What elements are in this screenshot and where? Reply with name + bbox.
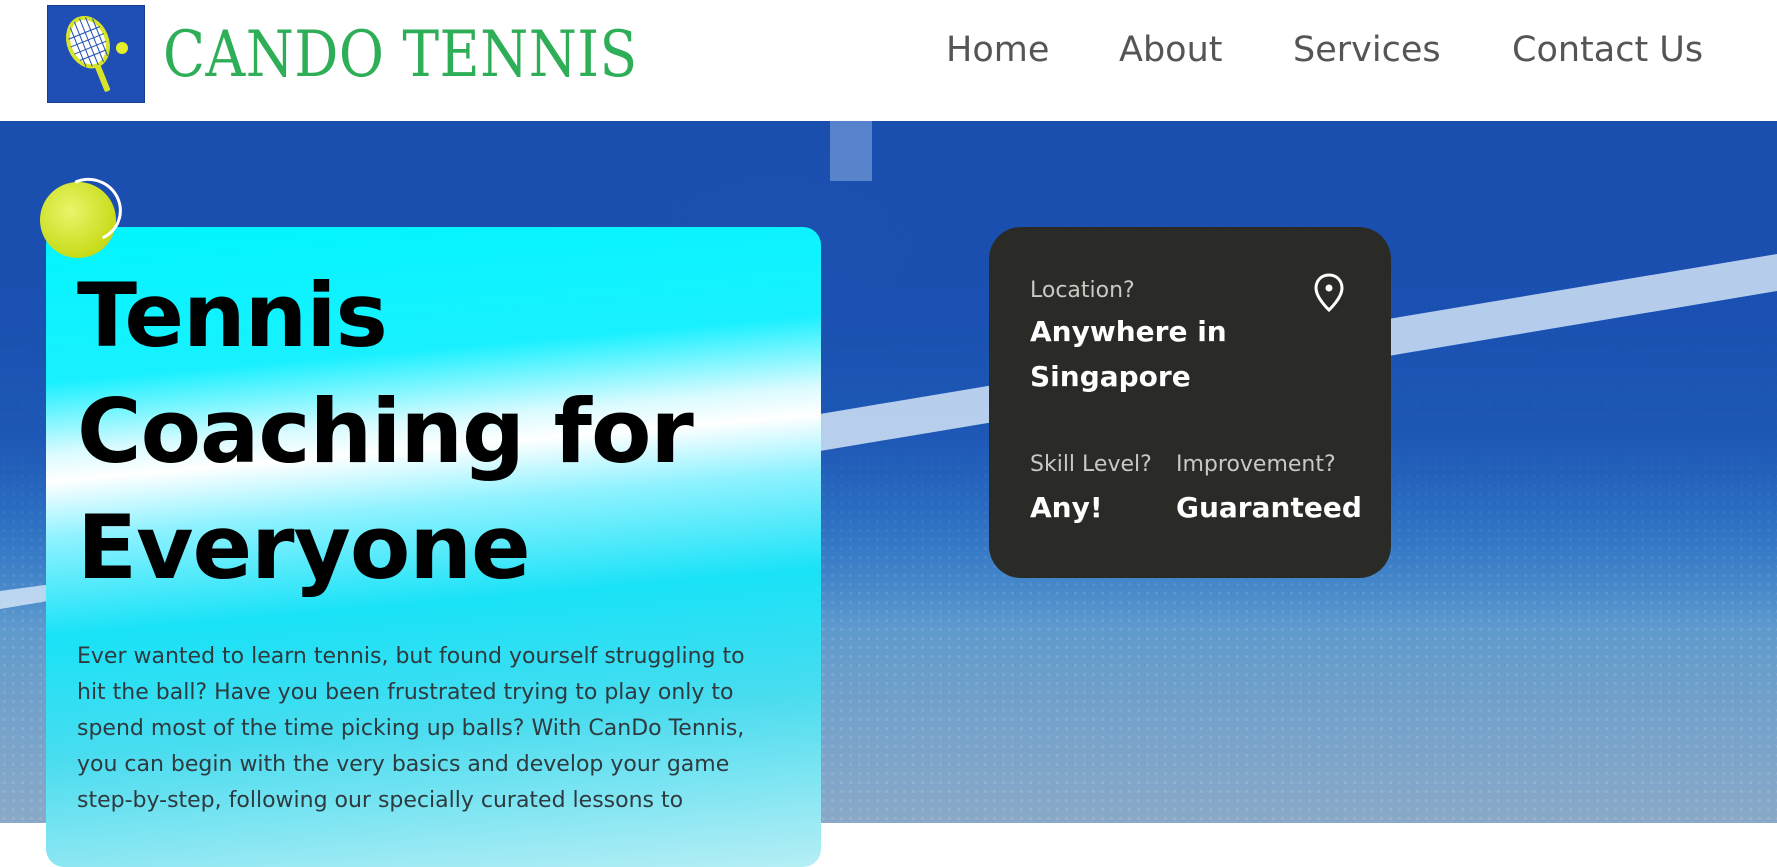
tennis-ball-icon xyxy=(40,168,131,258)
nav-contact-us-link[interactable]: Contact Us xyxy=(1512,20,1703,80)
nav-services-link[interactable]: Services xyxy=(1293,20,1441,80)
improvement-label: Improvement? xyxy=(1176,452,1336,477)
hero-intro-text: Ever wanted to learn tennis, but found y… xyxy=(77,644,745,813)
improvement-value: Guaranteed xyxy=(1176,491,1362,524)
nav-about-link[interactable]: About xyxy=(1119,20,1222,80)
skill-level-label: Skill Level? xyxy=(1030,452,1152,477)
location-value-line1: Anywhere in xyxy=(1030,315,1227,348)
tennis-racket-logo-icon[interactable] xyxy=(47,5,145,103)
info-card: Location? Anywhere in Singapore Skill Le… xyxy=(989,227,1391,578)
location-value-line2: Singapore xyxy=(1030,360,1191,393)
location-label: Location? xyxy=(1030,278,1135,303)
hero-headline: Tennis Coaching for Everyone xyxy=(77,264,694,599)
skill-level-value: Any! xyxy=(1030,491,1103,524)
site-header: CANDO TENNIS Home About Services Contact… xyxy=(0,0,1777,121)
brand-wordmark[interactable]: CANDO TENNIS xyxy=(163,10,638,100)
map-pin-icon xyxy=(1313,273,1345,317)
nav-home-link[interactable]: Home xyxy=(946,20,1049,80)
